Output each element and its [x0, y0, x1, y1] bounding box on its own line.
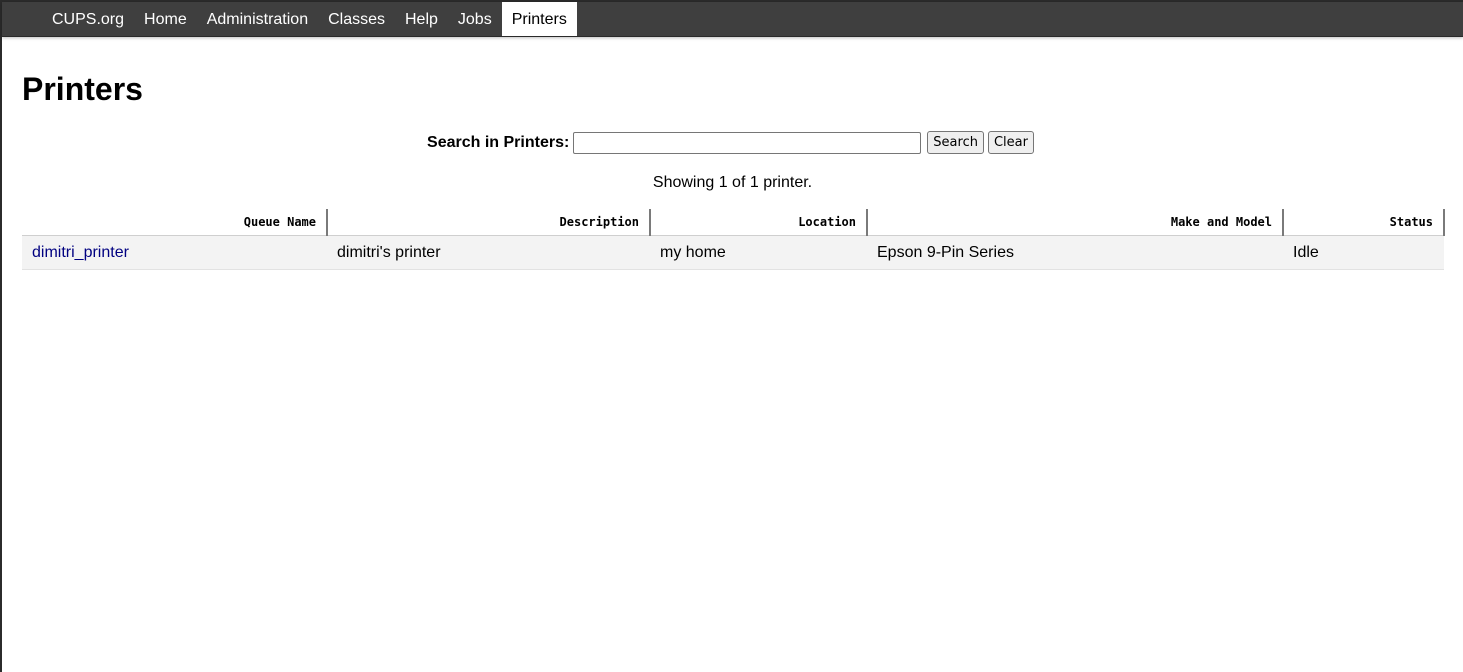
- table-row: dimitri_printer dimitri's printer my hom…: [22, 235, 1444, 270]
- column-header-description[interactable]: Description: [327, 209, 651, 236]
- column-header-make-and-model[interactable]: Make and Model: [867, 209, 1284, 236]
- cell-description: dimitri's printer: [327, 235, 650, 270]
- nav-item-jobs[interactable]: Jobs: [448, 2, 502, 36]
- nav-menu: CUPS.org Home Administration Classes Hel…: [42, 2, 577, 36]
- top-navbar: CUPS.org Home Administration Classes Hel…: [2, 2, 1463, 37]
- nav-item-cups-org[interactable]: CUPS.org: [42, 2, 134, 36]
- search-button[interactable]: Search: [927, 131, 984, 154]
- column-header-status[interactable]: Status: [1283, 209, 1445, 236]
- nav-item-help[interactable]: Help: [395, 2, 448, 36]
- column-header-queue-name[interactable]: Queue Name: [22, 209, 328, 236]
- search-form: Search in Printers: Search Clear: [2, 131, 1463, 154]
- cell-make-and-model: Epson 9-Pin Series: [867, 235, 1283, 270]
- nav-item-printers[interactable]: Printers: [501, 2, 577, 36]
- printer-queue-link[interactable]: dimitri_printer: [32, 244, 129, 261]
- nav-item-administration[interactable]: Administration: [197, 2, 318, 36]
- cell-location: my home: [650, 235, 867, 270]
- search-input[interactable]: [573, 131, 922, 154]
- nav-item-classes[interactable]: Classes: [318, 2, 395, 36]
- clear-button[interactable]: Clear: [987, 131, 1034, 154]
- showing-count-text: Showing 1 of 1 printer.: [652, 174, 813, 191]
- nav-item-home[interactable]: Home: [134, 2, 197, 36]
- table-header-row: Queue Name Description Location Make and…: [22, 209, 1445, 236]
- printers-table: Queue Name Description Location Make and…: [22, 209, 1445, 270]
- column-header-location[interactable]: Location: [650, 209, 868, 236]
- page-title: Printers: [22, 71, 143, 107]
- search-label: Search in Printers:: [427, 133, 570, 151]
- cell-status: Idle: [1283, 235, 1444, 270]
- printers-table-wrap: Queue Name Description Location Make and…: [22, 209, 1445, 270]
- cell-queue-name: dimitri_printer: [22, 235, 327, 270]
